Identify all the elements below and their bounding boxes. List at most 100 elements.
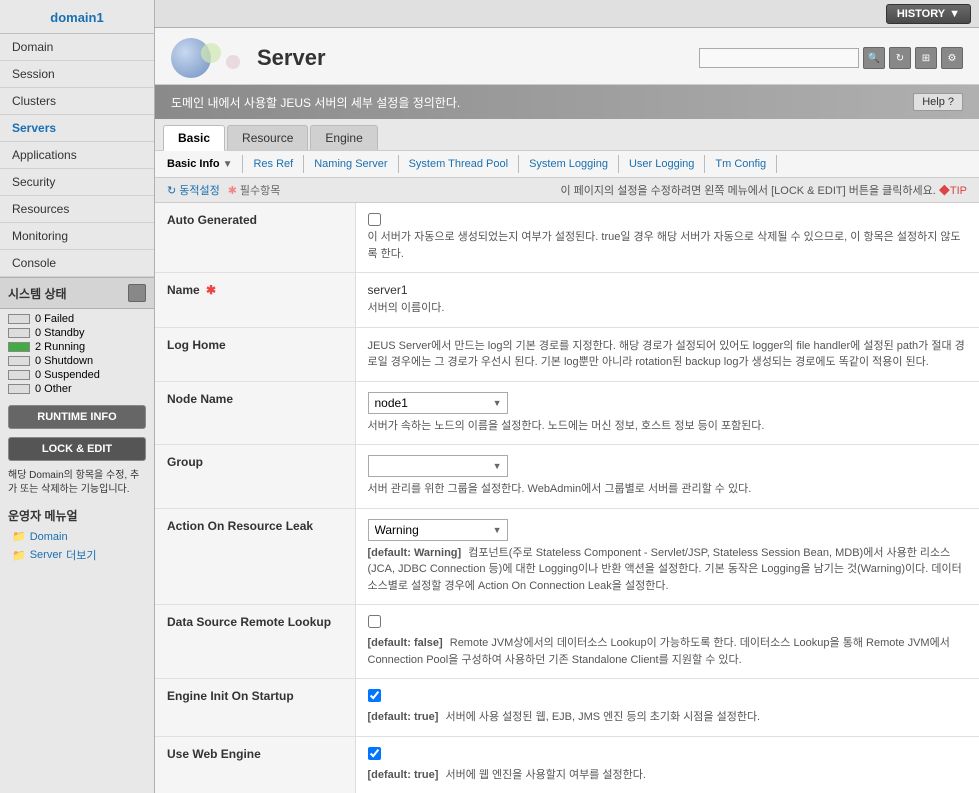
subtab-system-logging[interactable]: System Logging xyxy=(519,155,619,173)
tab-basic[interactable]: Basic xyxy=(163,125,225,151)
status-list: 0 Failed 0 Standby 2 Running 0 Shutdown … xyxy=(0,309,154,401)
sidebar-item-resources[interactable]: Resources xyxy=(0,196,154,223)
sidebar-item-clusters[interactable]: Clusters xyxy=(0,88,154,115)
operator-menu-title: 운영자 메뉴얼 xyxy=(0,501,154,526)
default-tag-datasource: [default: false] xyxy=(368,637,443,649)
action-bar-right: 이 페이지의 설정을 수정하려면 왼쪽 메뉴에서 [LOCK & EDIT] 버… xyxy=(560,182,967,198)
sidebar-item-session[interactable]: Session xyxy=(0,61,154,88)
header-decorative xyxy=(171,38,211,78)
sidebar-item-servers[interactable]: Servers xyxy=(0,115,154,142)
default-tag-resource-leak: [default: Warning] xyxy=(368,547,462,559)
history-button[interactable]: HISTORY ▼ xyxy=(886,4,971,24)
value-use-web-engine: [default: true] 서버에 웹 엔진을 사용할지 여부를 설정한다. xyxy=(355,736,979,793)
lock-edit-button[interactable]: LOCK & EDIT xyxy=(8,437,146,461)
tip-label: ◆TIP xyxy=(939,185,967,197)
label-datasource-remote-lookup: Data Source Remote Lookup xyxy=(155,605,355,679)
status-bar-suspended xyxy=(8,370,30,380)
select-wrapper-resource-leak: Warning xyxy=(368,519,508,541)
label-group: Group xyxy=(155,445,355,509)
help-area: Help ? xyxy=(913,93,963,111)
row-auto-generated: Auto Generated 이 서버가 자동으로 생성되었는지 여부가 설정된… xyxy=(155,203,979,273)
info-banner: 도메인 내에서 사용할 JEUS 서버의 세부 설정을 정의한다. Help ? xyxy=(155,85,979,119)
checkbox-use-web-engine[interactable] xyxy=(368,747,381,760)
subtab-tm-config[interactable]: Tm Config xyxy=(705,155,777,173)
row-datasource-remote-lookup: Data Source Remote Lookup [default: fals… xyxy=(155,605,979,679)
required-setting-label: ✱ 필수항목 xyxy=(228,182,281,198)
sidebar-item-security[interactable]: Security xyxy=(0,169,154,196)
select-group[interactable] xyxy=(368,455,508,477)
operator-menu: 📁 Domain 📁 Server 더보기 xyxy=(0,526,154,567)
default-tag-web-engine: [default: true] xyxy=(368,769,439,781)
select-action-resource-leak[interactable]: Warning xyxy=(368,519,508,541)
row-action-resource-leak: Action On Resource Leak Warning [default… xyxy=(155,508,979,605)
sidebar: domain1 Domain Session Clusters Servers … xyxy=(0,0,155,793)
refresh-icon[interactable]: ↻ xyxy=(889,47,911,69)
grid-icon[interactable]: ⊞ xyxy=(915,47,937,69)
status-bar-standby xyxy=(8,328,30,338)
label-use-web-engine: Use Web Engine xyxy=(155,736,355,793)
desc-action-resource-leak: [default: Warning] 컴포넌트(주로 Stateless Com… xyxy=(368,545,968,595)
value-log-home: JEUS Server에서 만드는 log의 기본 경로를 지정한다. 해당 경… xyxy=(355,327,979,381)
desc-log-home: JEUS Server에서 만드는 log의 기본 경로를 지정한다. 해당 경… xyxy=(368,338,968,371)
settings-icon[interactable]: ⚙ xyxy=(941,47,963,69)
subtab-user-logging[interactable]: User Logging xyxy=(619,155,705,173)
required-star-name: ✱ xyxy=(206,283,216,297)
sidebar-item-monitoring[interactable]: Monitoring xyxy=(0,223,154,250)
label-auto-generated: Auto Generated xyxy=(155,203,355,273)
label-log-home: Log Home xyxy=(155,327,355,381)
status-bar-shutdown xyxy=(8,356,30,366)
tab-resource[interactable]: Resource xyxy=(227,125,308,150)
subtabs: Basic Info ▼ Res Ref Naming Server Syste… xyxy=(155,151,979,178)
sidebar-menu: Domain Session Clusters Servers Applicat… xyxy=(0,34,154,277)
tab-engine[interactable]: Engine xyxy=(310,125,377,150)
label-engine-init-startup: Engine Init On Startup xyxy=(155,679,355,737)
subtab-basic-info[interactable]: Basic Info ▼ xyxy=(167,155,243,173)
subtab-arrow-icon: ▼ xyxy=(223,159,233,170)
info-banner-text: 도메인 내에서 사용할 JEUS 서버의 세부 설정을 정의한다. xyxy=(171,94,460,111)
status-bar-running xyxy=(8,342,30,352)
main-tabs: Basic Resource Engine xyxy=(155,119,979,151)
runtime-info-button[interactable]: RUNTIME INFO xyxy=(8,405,146,429)
page-header: Server 🔍 ↻ ⊞ ⚙ xyxy=(155,28,979,85)
value-name: server1 서버의 이름이다. xyxy=(355,273,979,328)
value-engine-init-startup: [default: true] 서버에 사용 설정된 웹, EJB, JMS 엔… xyxy=(355,679,979,737)
subtab-naming-server[interactable]: Naming Server xyxy=(304,155,398,173)
value-group: 서버 관리를 위한 그룹을 설정한다. WebAdmin에서 그룹별로 서버를 … xyxy=(355,445,979,509)
action-bar-left: ↻ 동적설정 ✱ 필수항목 xyxy=(167,182,280,198)
default-tag-engine-init: [default: true] xyxy=(368,711,439,723)
desc-name: 서버의 이름이다. xyxy=(368,300,968,317)
status-failed: 0 Failed xyxy=(8,313,146,325)
subtab-res-ref[interactable]: Res Ref xyxy=(243,155,304,173)
more-link[interactable]: 더보기 xyxy=(66,547,96,563)
dynamic-setting-toggle[interactable]: ↻ 동적설정 xyxy=(167,182,220,198)
sidebar-domain-title[interactable]: domain1 xyxy=(0,0,154,34)
select-wrapper-node-name: node1 xyxy=(368,392,508,414)
checkbox-datasource-remote-lookup[interactable] xyxy=(368,615,381,628)
folder-icon-2: 📁 xyxy=(12,549,26,562)
status-bar-failed xyxy=(8,314,30,324)
row-engine-init-startup: Engine Init On Startup [default: true] 서… xyxy=(155,679,979,737)
operator-domain[interactable]: 📁 Domain xyxy=(0,528,154,545)
value-node-name: node1 서버가 속하는 노드의 이름을 설정한다. 노드에는 머신 정보, … xyxy=(355,381,979,445)
main-content: HISTORY ▼ Server 🔍 ↻ ⊞ ⚙ 도메인 내에서 사용할 JEU… xyxy=(155,0,979,793)
sidebar-note: 해당 Domain의 항목을 수정, 추가 또는 삭제하는 기능입니다. xyxy=(0,465,154,501)
row-name: Name ✱ server1 서버의 이름이다. xyxy=(155,273,979,328)
action-bar: ↻ 동적설정 ✱ 필수항목 이 페이지의 설정을 수정하려면 왼쪽 메뉴에서 [… xyxy=(155,178,979,203)
desc-node-name: 서버가 속하는 노드의 이름을 설정한다. 노드에는 머신 정보, 호스트 정보… xyxy=(368,418,968,435)
search-icon[interactable]: 🔍 xyxy=(863,47,885,69)
sidebar-item-console[interactable]: Console xyxy=(0,250,154,277)
select-node-name[interactable]: node1 xyxy=(368,392,508,414)
checkbox-engine-init-startup[interactable] xyxy=(368,689,381,702)
label-node-name: Node Name xyxy=(155,381,355,445)
sidebar-item-domain[interactable]: Domain xyxy=(0,34,154,61)
sidebar-item-applications[interactable]: Applications xyxy=(0,142,154,169)
desc-group: 서버 관리를 위한 그룹을 설정한다. WebAdmin에서 그룹별로 서버를 … xyxy=(368,481,968,498)
row-use-web-engine: Use Web Engine [default: true] 서버에 웹 엔진을… xyxy=(155,736,979,793)
decor-circle-1 xyxy=(201,43,221,63)
search-input[interactable] xyxy=(699,48,859,68)
subtab-system-thread-pool[interactable]: System Thread Pool xyxy=(399,155,519,173)
operator-server[interactable]: 📁 Server 더보기 xyxy=(0,545,154,565)
checkbox-auto-generated[interactable] xyxy=(368,213,381,226)
help-button[interactable]: Help ? xyxy=(913,93,963,111)
page-title: Server xyxy=(257,45,326,71)
